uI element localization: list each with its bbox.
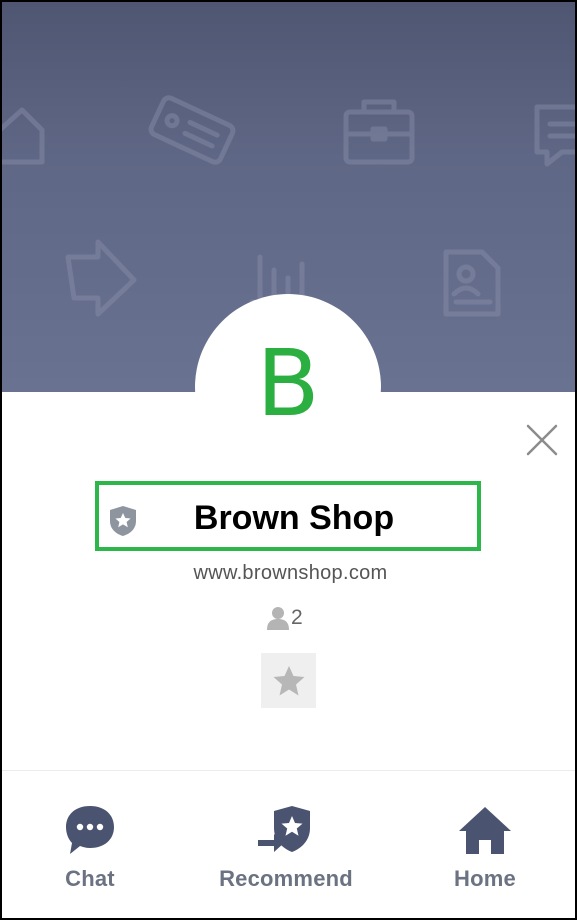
chat-label: Chat bbox=[65, 866, 115, 891]
document-icon bbox=[443, 249, 501, 317]
chat-button[interactable]: Chat bbox=[50, 802, 130, 902]
profile-screen: B Brown Shop www.brownshop.com 2 Chat Re… bbox=[0, 0, 577, 920]
person-icon bbox=[267, 607, 289, 630]
close-icon bbox=[526, 424, 558, 456]
recommend-icon bbox=[258, 806, 310, 852]
profile-name: Brown Shop bbox=[193, 499, 395, 537]
friends-count: 2 bbox=[267, 605, 303, 631]
home-button[interactable]: Home bbox=[442, 802, 528, 902]
arrow-icon bbox=[65, 239, 137, 317]
profile-name-row: Brown Shop bbox=[95, 481, 481, 551]
home-icon bbox=[459, 807, 511, 854]
chat-icon bbox=[66, 806, 114, 854]
recommend-label: Recommend bbox=[219, 866, 353, 891]
friends-count-value: 2 bbox=[291, 606, 303, 629]
briefcase-icon bbox=[343, 99, 415, 165]
close-button[interactable] bbox=[522, 420, 562, 460]
profile-avatar: B bbox=[195, 294, 381, 480]
divider bbox=[2, 770, 575, 771]
recommend-button[interactable]: Recommend bbox=[208, 802, 364, 902]
profile-url[interactable]: www.brownshop.com bbox=[2, 562, 575, 585]
star-icon bbox=[273, 665, 304, 695]
home-icon bbox=[2, 107, 45, 165]
avatar-letter: B bbox=[256, 330, 320, 437]
tag-icon bbox=[148, 95, 236, 165]
favorite-button[interactable] bbox=[261, 653, 316, 708]
home-label: Home bbox=[454, 866, 516, 891]
chat-bubble-icon bbox=[534, 104, 575, 167]
